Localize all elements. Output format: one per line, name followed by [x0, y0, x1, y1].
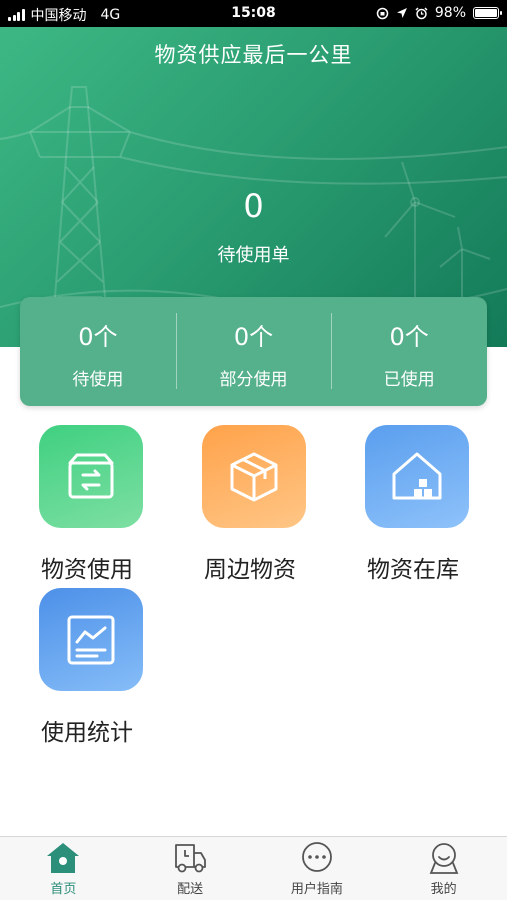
stat-label: 部分使用 [219, 370, 288, 390]
cube-icon [202, 425, 306, 528]
bottom-tab-bar: 首页 配送 用户指南 我的 [0, 836, 507, 900]
status-bar: 中国移动 4G 15:08 98% [0, 0, 507, 27]
stat-label: 待使用 [72, 370, 124, 390]
page-title: 物资供应最后一公里 [154, 43, 353, 67]
chart-icon [39, 588, 143, 691]
box-transfer-icon [39, 425, 143, 528]
tab-home[interactable]: 首页 [0, 837, 127, 900]
stat-value: 0个 [389, 323, 429, 351]
pending-order-count[interactable]: 0 [0, 187, 507, 225]
tab-delivery[interactable]: 配送 [127, 837, 254, 900]
tab-mine[interactable]: 我的 [380, 837, 507, 900]
stat-label: 已使用 [383, 370, 435, 390]
location-icon [396, 8, 407, 18]
stat-pending[interactable]: 0个 待使用 [20, 297, 176, 406]
truck-icon [175, 844, 207, 873]
stat-partial[interactable]: 0个 部分使用 [175, 297, 332, 406]
stat-value: 0个 [78, 323, 118, 351]
usage-stats-card: 0个 待使用 0个 部分使用 0个 已使用 [20, 297, 487, 406]
warehouse-icon [365, 425, 469, 528]
battery-icon [473, 7, 502, 19]
pending-order-label: 待使用单 [217, 245, 290, 266]
menu-usage-statistics[interactable]: 使用统计 [19, 588, 149, 748]
tab-label: 配送 [177, 882, 204, 897]
battery-level [475, 9, 497, 17]
orientation-lock-icon [376, 7, 389, 19]
menu-label: 物资在库 [367, 557, 459, 583]
tab-label: 首页 [50, 882, 77, 897]
menu-material-usage[interactable]: 物资使用 [19, 425, 149, 585]
stat-used[interactable]: 0个 已使用 [331, 297, 487, 406]
home-icon [47, 843, 80, 873]
menu-materials-in-stock[interactable]: 物资在库 [345, 425, 475, 585]
alarm-icon [415, 6, 428, 19]
stat-value: 0个 [233, 323, 274, 351]
tab-label: 我的 [430, 882, 457, 897]
menu-label: 使用统计 [41, 720, 133, 746]
chat-icon [301, 842, 332, 872]
menu-label: 物资使用 [41, 557, 133, 583]
tab-label: 用户指南 [290, 882, 343, 897]
menu-label: 周边物资 [204, 557, 296, 583]
menu-nearby-materials[interactable]: 周边物资 [182, 425, 312, 585]
user-icon [429, 843, 458, 874]
battery-percent: 98% [434, 5, 466, 21]
status-right: 98% [376, 5, 502, 21]
tab-user-guide[interactable]: 用户指南 [254, 837, 381, 900]
